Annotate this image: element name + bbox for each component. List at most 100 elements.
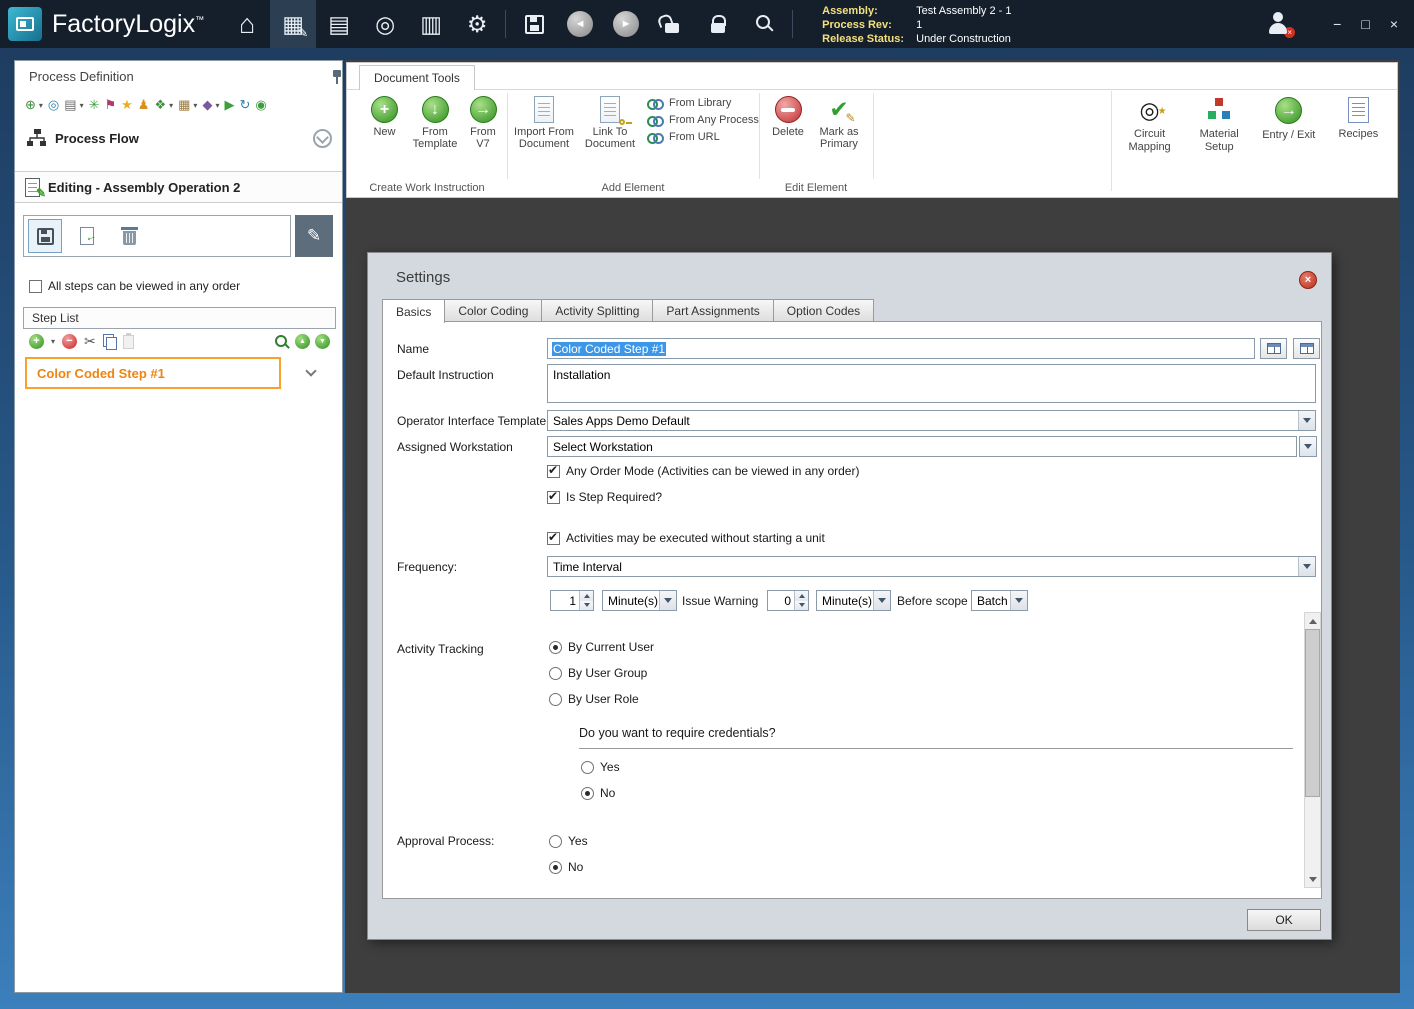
warning-value-spinner[interactable]: 0 <box>767 590 809 611</box>
chevron-down-icon[interactable]: ▾ <box>169 101 173 110</box>
close-button[interactable]: × <box>1390 16 1398 32</box>
from-library-button[interactable]: From Library <box>647 97 759 109</box>
mark-as-primary-button[interactable]: ✔✎ Mark as Primary <box>811 93 867 150</box>
new-instruction-button[interactable]: + New <box>361 93 408 138</box>
chevron-down-icon[interactable]: ▾ <box>51 337 55 346</box>
spin-up-icon[interactable] <box>795 591 808 601</box>
record-icon[interactable]: ◉ <box>255 97 266 113</box>
zoom-button[interactable] <box>274 334 290 350</box>
plugin-icon[interactable]: ✳ <box>89 97 100 113</box>
add-icon[interactable]: ⊕ <box>25 97 36 113</box>
spin-up-icon[interactable] <box>580 591 593 601</box>
from-url-button[interactable]: From URL <box>647 131 759 143</box>
scope-select[interactable]: Batch <box>971 590 1028 611</box>
from-any-process-button[interactable]: From Any Process <box>647 114 759 126</box>
cut-button[interactable]: ✂ <box>84 333 96 350</box>
approval-no-radio[interactable]: No <box>549 860 583 874</box>
credentials-no-radio[interactable]: No <box>581 786 615 800</box>
minimize-button[interactable]: − <box>1333 16 1341 32</box>
is-step-required-checkbox[interactable]: Is Step Required? <box>547 490 662 504</box>
ok-button[interactable]: OK <box>1247 909 1321 931</box>
material-setup-button[interactable]: Material Setup <box>1186 97 1252 197</box>
collapse-button[interactable] <box>313 129 332 148</box>
unlock-button[interactable] <box>649 0 695 48</box>
chevron-down-icon[interactable]: ▾ <box>193 101 197 110</box>
link-to-document-button[interactable]: Link To Document <box>579 93 641 150</box>
operator-interface-template-select[interactable]: Sales Apps Demo Default <box>547 410 1316 431</box>
scroll-up-button[interactable] <box>1305 613 1320 629</box>
delete-element-button[interactable]: Delete <box>767 93 809 138</box>
tab-document-tools[interactable]: Document Tools <box>359 65 475 90</box>
frequency-select[interactable]: Time Interval <box>547 556 1316 577</box>
chevron-down-icon[interactable]: ▾ <box>39 101 43 110</box>
tracking-by-user-role-radio[interactable]: By User Role <box>549 692 639 706</box>
edit-notes-button[interactable]: ✎ <box>295 215 333 257</box>
move-down-button[interactable]: ▼ <box>315 334 330 349</box>
translate-button[interactable] <box>1293 338 1320 359</box>
settings-button[interactable]: ⚙ <box>454 0 500 48</box>
name-input[interactable]: Color Coded Step #1 <box>547 338 1255 359</box>
workstation-dropdown-button[interactable] <box>1299 436 1317 457</box>
save-step-button[interactable] <box>28 219 62 253</box>
print-icon[interactable]: ▤ <box>64 97 76 113</box>
circuit-mapping-button[interactable]: ◎★ Circuit Mapping <box>1117 97 1183 197</box>
tools-icon[interactable]: ❖ <box>154 97 166 113</box>
reports-button[interactable]: ▥ <box>408 0 454 48</box>
maximize-button[interactable]: □ <box>1361 16 1369 32</box>
star-icon[interactable]: ★ <box>121 97 133 113</box>
any-order-steps-checkbox[interactable]: All steps can be viewed in any order <box>29 279 240 293</box>
user-icon[interactable]: ♟ <box>138 97 150 113</box>
import-from-document-button[interactable]: Import From Document <box>513 93 575 150</box>
remove-step-button[interactable]: − <box>62 334 77 349</box>
default-instruction-input[interactable]: Installation <box>547 364 1316 403</box>
step-item-color-coded-step-1[interactable]: Color Coded Step #1 <box>25 357 281 389</box>
flag-icon[interactable]: ⚑ <box>104 97 116 113</box>
layers-icon[interactable]: ▦ <box>178 97 190 113</box>
spin-down-icon[interactable] <box>795 601 808 611</box>
scrollbar-thumb[interactable] <box>1305 629 1320 797</box>
assigned-workstation-select[interactable]: Select Workstation <box>547 436 1297 457</box>
back-button[interactable]: ◄ <box>557 0 603 48</box>
form-scrollbar[interactable] <box>1304 612 1321 888</box>
palette-icon[interactable]: ◆ <box>202 97 212 113</box>
lock-button[interactable] <box>695 0 741 48</box>
spin-down-icon[interactable] <box>580 601 593 611</box>
tab-activity-splitting[interactable]: Activity Splitting <box>542 299 653 322</box>
interval-unit-select[interactable]: Minute(s) <box>602 590 677 611</box>
from-template-button[interactable]: ↓ From Template <box>410 93 460 150</box>
execute-without-unit-checkbox[interactable]: Activities may be executed without start… <box>547 531 825 545</box>
process-definition-button[interactable]: ▦✎ <box>270 0 316 48</box>
tracking-by-current-user-radio[interactable]: By Current User <box>549 640 654 654</box>
paste-button[interactable] <box>123 335 134 349</box>
warning-unit-select[interactable]: Minute(s) <box>816 590 891 611</box>
copy-button[interactable] <box>103 334 116 349</box>
tab-color-coding[interactable]: Color Coding <box>445 299 542 322</box>
chevron-down-icon[interactable]: ▾ <box>80 101 84 110</box>
move-up-button[interactable]: ▲ <box>295 334 310 349</box>
refresh-icon[interactable]: ↻ <box>239 97 250 113</box>
tab-part-assignments[interactable]: Part Assignments <box>653 299 773 322</box>
play-icon[interactable]: ▶ <box>224 97 234 113</box>
documents-button[interactable]: ▤ <box>316 0 362 48</box>
user-menu-button[interactable] <box>1265 12 1291 36</box>
tab-basics[interactable]: Basics <box>382 299 445 323</box>
add-step-button[interactable]: + <box>29 334 44 349</box>
process-flow-header[interactable]: Process Flow <box>27 129 332 148</box>
approval-yes-radio[interactable]: Yes <box>549 834 588 848</box>
navigation-button[interactable]: ◎ <box>362 0 408 48</box>
scroll-down-button[interactable] <box>1305 871 1320 887</box>
any-order-mode-checkbox[interactable]: Any Order Mode (Activities can be viewed… <box>547 464 859 478</box>
import-step-button[interactable]: → <box>70 219 104 253</box>
from-v7-button[interactable]: → From V7 <box>463 93 503 150</box>
chevron-down-icon[interactable] <box>305 365 316 376</box>
forward-button[interactable]: ► <box>603 0 649 48</box>
home-button[interactable]: ⌂ <box>224 0 270 48</box>
rich-edit-button[interactable] <box>1260 338 1287 359</box>
save-button[interactable] <box>511 0 557 48</box>
entry-exit-button[interactable]: → Entry / Exit <box>1256 97 1322 197</box>
navigate-icon[interactable]: ◎ <box>48 97 59 113</box>
tracking-by-user-group-radio[interactable]: By User Group <box>549 666 647 680</box>
dialog-close-button[interactable]: × <box>1299 271 1317 289</box>
interval-value-spinner[interactable]: 1 <box>550 590 594 611</box>
tab-option-codes[interactable]: Option Codes <box>774 299 874 322</box>
